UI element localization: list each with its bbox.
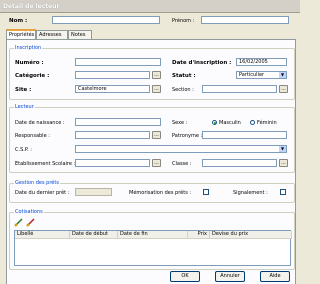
numero-input[interactable] [75, 58, 161, 66]
categorie-input[interactable] [75, 71, 150, 79]
col-devise[interactable]: Devise du prix [210, 231, 292, 239]
prenom-input[interactable] [201, 16, 289, 24]
tab-proprietes[interactable]: Propriétés [6, 29, 36, 39]
lecteur-legend: Lecteur [14, 104, 35, 110]
memorisation-checkbox[interactable] [203, 189, 209, 195]
masculin-radio[interactable] [212, 120, 217, 125]
prets-legend: Gestion des prêts [14, 180, 60, 186]
memorisation-label: Mémorisation des prêts : [129, 190, 192, 196]
date-inscription-input[interactable]: 16/02/2005 [236, 58, 287, 66]
feminin-radio[interactable] [250, 120, 255, 125]
col-date-fin[interactable]: Date de fin [118, 231, 188, 239]
classe-label: Classe : [172, 161, 192, 167]
section-label: Section : [172, 87, 194, 93]
patronyme-input[interactable] [202, 131, 287, 139]
naissance-input[interactable] [75, 118, 161, 126]
delete-cotisation-icon[interactable] [26, 218, 35, 227]
categorie-browse-button[interactable]: ... [152, 71, 161, 79]
statut-value: Particulier [239, 72, 265, 78]
statut-select[interactable]: Particulier ▼ [236, 71, 287, 79]
etablissement-input[interactable] [75, 159, 150, 167]
chevron-down-icon[interactable]: ▼ [279, 72, 286, 78]
statut-label: Statut : [172, 73, 196, 79]
window-title: Détail de lecteur [3, 3, 60, 10]
classe-input[interactable] [202, 159, 277, 167]
signalement-checkbox[interactable] [280, 189, 286, 195]
prenom-label: Prénom : [172, 18, 195, 24]
patronyme-label: Patronyme : [172, 133, 203, 139]
annuler-button[interactable]: Annuler [215, 271, 245, 282]
section-browse-button[interactable]: ... [279, 85, 288, 93]
site-label: Site : [15, 87, 32, 93]
naissance-label: Date de naissance : [15, 120, 65, 126]
numero-label: Numéro : [15, 60, 44, 66]
tab-notes[interactable]: Notes [68, 30, 92, 39]
csp-select[interactable]: ▼ [75, 145, 287, 153]
signalement-label: Signalement : [233, 190, 268, 196]
responsable-input[interactable] [75, 131, 150, 139]
nom-label: Nom : [9, 18, 28, 24]
chevron-down-icon[interactable]: ▼ [279, 146, 286, 152]
nom-input[interactable] [52, 16, 160, 24]
dernier-pret-field [75, 188, 112, 196]
responsable-browse-button[interactable]: ... [152, 131, 161, 139]
ok-button[interactable]: OK [170, 271, 200, 282]
csp-label: C.S.P. : [15, 147, 32, 153]
classe-browse-button[interactable]: ... [279, 159, 288, 167]
masculin-label: Masculin [219, 120, 241, 126]
aide-button[interactable]: Aide [260, 271, 290, 282]
add-cotisation-icon[interactable] [14, 218, 23, 227]
date-inscription-label: Date d'inscription : [172, 60, 232, 66]
inscription-legend: Inscription [14, 45, 43, 51]
feminin-label: Féminin [257, 120, 277, 126]
dernier-pret-label: Date du dernier prêt : [15, 190, 70, 196]
cotisations-table[interactable]: Libellé Date de début Date de fin Prix D… [14, 230, 292, 266]
col-prix[interactable]: Prix [188, 231, 210, 239]
col-libelle[interactable]: Libellé [15, 231, 70, 239]
sexe-label: Sexe : [172, 120, 188, 126]
etablissement-label: Etablissement Scolaire : [15, 161, 76, 167]
section-input[interactable] [202, 85, 277, 93]
categorie-label: Catégorie : [15, 73, 50, 79]
site-input[interactable]: Castelmore [75, 85, 150, 93]
site-browse-button[interactable]: ... [152, 85, 161, 93]
tab-adresses[interactable]: Adresses [36, 30, 68, 39]
window-titlebar[interactable]: Détail de lecteur [0, 0, 300, 13]
etablissement-browse-button[interactable]: ... [152, 159, 161, 167]
col-date-debut[interactable]: Date de début [70, 231, 118, 239]
cotisations-legend: Cotisations [14, 209, 44, 215]
responsable-label: Responsable : [15, 133, 50, 139]
